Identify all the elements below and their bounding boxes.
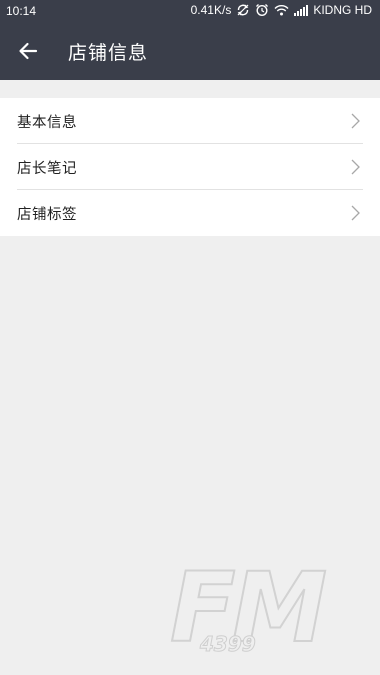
wifi-icon (274, 4, 289, 16)
status-time: 10:14 (6, 4, 37, 18)
menu-item-label: 店铺标签 (17, 207, 77, 223)
menu-item-store-tags[interactable]: 店铺标签 (0, 190, 380, 236)
watermark-logo: FM 4399 (169, 559, 350, 670)
chevron-right-icon (351, 159, 360, 175)
chevron-right-icon (351, 205, 360, 221)
app-bar: 店铺信息 (0, 22, 380, 80)
menu-item-basic-info[interactable]: 基本信息 (0, 98, 380, 144)
menu-item-owner-notes[interactable]: 店长笔记 (0, 144, 380, 190)
page-title: 店铺信息 (68, 42, 149, 64)
menu-item-label: 基本信息 (17, 115, 77, 131)
signal-icon (294, 4, 309, 16)
sync-icon (236, 3, 250, 17)
menu-item-label: 店长笔记 (17, 161, 77, 177)
chevron-right-icon (351, 113, 360, 129)
status-bar: 10:14 0.41K/s KIDNG HD (0, 0, 380, 22)
menu-list: 基本信息 店长笔记 店铺标签 (0, 98, 380, 236)
carrier-label: KIDNG HD (313, 3, 372, 17)
status-indicators: 0.41K/s KIDNG HD (191, 3, 372, 17)
arrow-left-icon (19, 42, 38, 60)
watermark-number: 4399 (200, 632, 257, 657)
network-speed: 0.41K/s (190, 3, 232, 17)
alarm-icon (255, 3, 269, 17)
back-button[interactable] (14, 37, 42, 65)
